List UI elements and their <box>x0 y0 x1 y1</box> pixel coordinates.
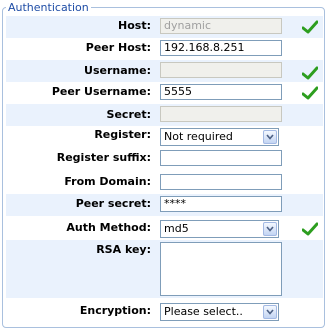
row-rsa-key: RSA key: <box>6 240 323 298</box>
register-select[interactable]: Not required <box>160 128 279 146</box>
peer-secret-label: Peer secret: <box>75 197 151 210</box>
secret-input[interactable] <box>160 106 282 122</box>
rsa-key-textarea[interactable] <box>160 242 282 296</box>
chevron-down-icon[interactable] <box>263 222 277 236</box>
checkmark-icon <box>302 66 318 80</box>
register-selected-value: Not required <box>164 130 233 143</box>
chevron-down-icon[interactable] <box>263 305 277 319</box>
encryption-label: Encryption: <box>79 304 151 317</box>
username-input[interactable] <box>160 62 282 78</box>
encryption-select[interactable]: Please select.. <box>160 303 279 321</box>
chevron-down-icon[interactable] <box>263 130 277 144</box>
peer-host-input[interactable]: 192.168.8.251 <box>160 40 282 56</box>
host-input[interactable]: dynamic <box>160 18 282 34</box>
peer-username-label: Peer Username: <box>51 85 151 98</box>
row-peer-secret: Peer secret: **** <box>6 194 323 216</box>
row-from-domain: From Domain: <box>6 170 323 192</box>
row-peer-username: Peer Username: 5555 <box>6 82 323 104</box>
host-label: Host: <box>118 19 151 32</box>
row-register-suffix: Register suffix: <box>6 148 323 170</box>
peer-secret-input[interactable]: **** <box>160 196 282 212</box>
secret-label: Secret: <box>106 108 151 121</box>
row-username: Username: <box>6 60 323 82</box>
row-secret: Secret: <box>6 104 323 126</box>
checkmark-icon <box>302 20 318 34</box>
host-placeholder: dynamic <box>164 19 212 32</box>
from-domain-input[interactable] <box>160 174 282 190</box>
register-suffix-label: Register suffix: <box>56 151 151 164</box>
username-label: Username: <box>84 64 151 77</box>
checkmark-icon <box>302 86 318 100</box>
peer-username-input[interactable]: 5555 <box>160 84 282 100</box>
checkmark-icon <box>302 222 318 236</box>
row-register: Register: Not required <box>6 126 323 148</box>
row-encryption: Encryption: Please select.. <box>6 300 323 324</box>
auth-method-selected-value: md5 <box>164 222 189 235</box>
rsa-key-label: RSA key: <box>96 243 151 256</box>
auth-method-select[interactable]: md5 <box>160 220 279 238</box>
register-suffix-input[interactable] <box>160 150 282 166</box>
row-auth-method: Auth Method: md5 <box>6 217 323 240</box>
auth-method-label: Auth Method: <box>66 221 151 234</box>
encryption-selected-value: Please select.. <box>164 305 243 318</box>
row-peer-host: Peer Host: 192.168.8.251 <box>6 38 323 60</box>
register-label: Register: <box>94 128 151 141</box>
peer-host-label: Peer Host: <box>85 41 151 54</box>
from-domain-label: From Domain: <box>64 175 151 188</box>
section-title: Authentication <box>6 1 91 14</box>
row-host: Host: dynamic <box>6 16 323 38</box>
